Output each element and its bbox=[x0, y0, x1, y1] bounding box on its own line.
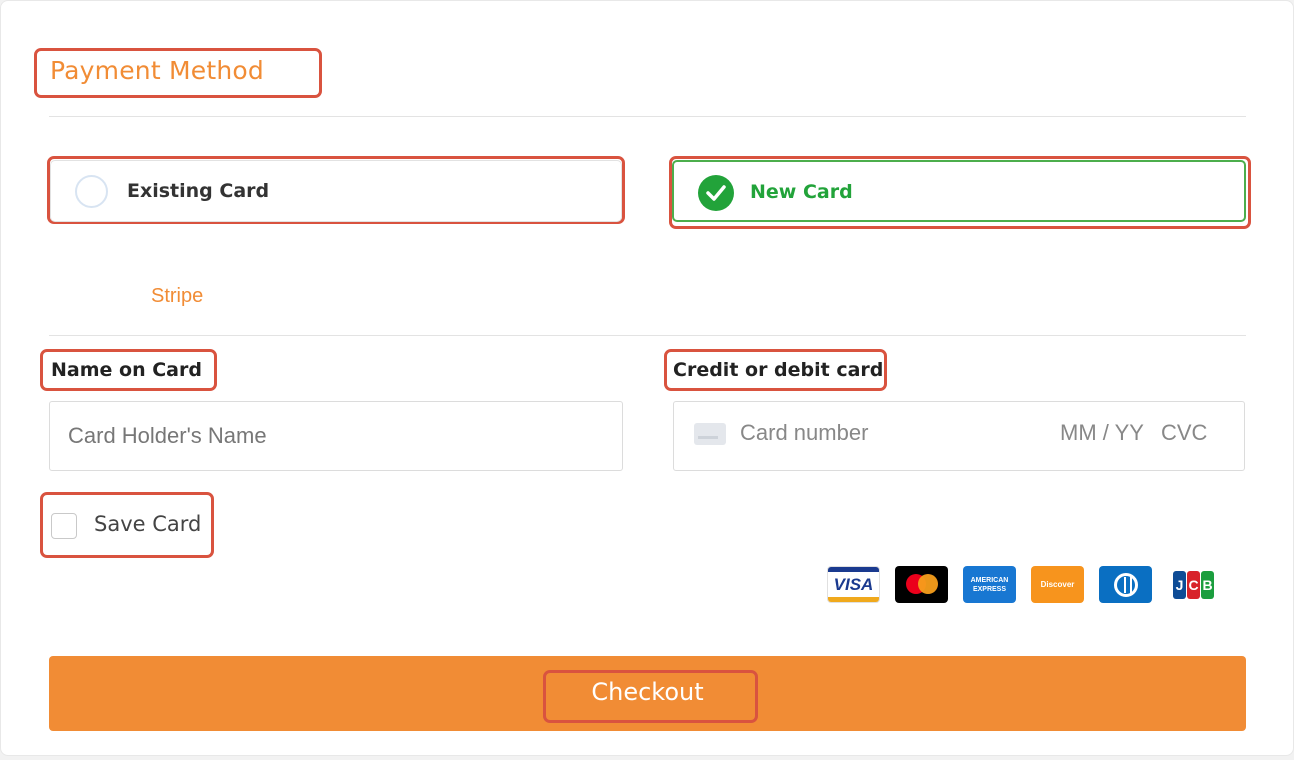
visa-icon: VISA bbox=[827, 566, 880, 603]
card-holder-name-input[interactable] bbox=[49, 401, 623, 471]
name-on-card-label: Name on Card bbox=[51, 359, 202, 381]
jcb-icon: J C B bbox=[1167, 566, 1220, 603]
divider-mid bbox=[49, 335, 1246, 336]
amex-text-2: EXPRESS bbox=[972, 585, 1007, 593]
payment-panel: Payment Method Existing Card New Card St… bbox=[0, 0, 1294, 756]
jcb-b: B bbox=[1201, 570, 1214, 599]
discover-text: Discover bbox=[1040, 580, 1075, 589]
check-circle-icon[interactable] bbox=[698, 175, 734, 211]
discover-icon: Discover bbox=[1031, 566, 1084, 603]
page-title: Payment Method bbox=[50, 56, 264, 85]
credit-card-icon bbox=[694, 423, 726, 445]
save-card-label: Save Card bbox=[94, 512, 202, 536]
expiry-field[interactable]: MM / YY bbox=[1060, 420, 1144, 446]
highlight-checkout bbox=[543, 670, 758, 723]
card-number-field[interactable]: Card number bbox=[740, 420, 868, 446]
existing-card-label: Existing Card bbox=[127, 180, 270, 202]
credit-card-label: Credit or debit card bbox=[673, 359, 884, 381]
mastercard-icon bbox=[895, 566, 948, 603]
divider-top bbox=[49, 116, 1246, 117]
diners-club-icon bbox=[1099, 566, 1152, 603]
new-card-label: New Card bbox=[750, 181, 853, 203]
new-card-option[interactable]: New Card bbox=[672, 160, 1246, 222]
tab-stripe[interactable]: Stripe bbox=[151, 285, 203, 308]
visa-text: VISA bbox=[833, 574, 874, 594]
existing-card-option[interactable]: Existing Card bbox=[50, 160, 622, 222]
jcb-c: C bbox=[1187, 570, 1200, 599]
jcb-j: J bbox=[1173, 570, 1186, 599]
amex-text-1: AMERICAN bbox=[970, 576, 1009, 584]
amex-icon: AMERICAN EXPRESS bbox=[963, 566, 1016, 603]
card-element[interactable]: Card number MM / YY CVC bbox=[673, 401, 1245, 471]
save-card-checkbox[interactable] bbox=[51, 513, 77, 539]
cvc-field[interactable]: CVC bbox=[1161, 420, 1207, 446]
radio-unselected-icon[interactable] bbox=[75, 175, 108, 208]
